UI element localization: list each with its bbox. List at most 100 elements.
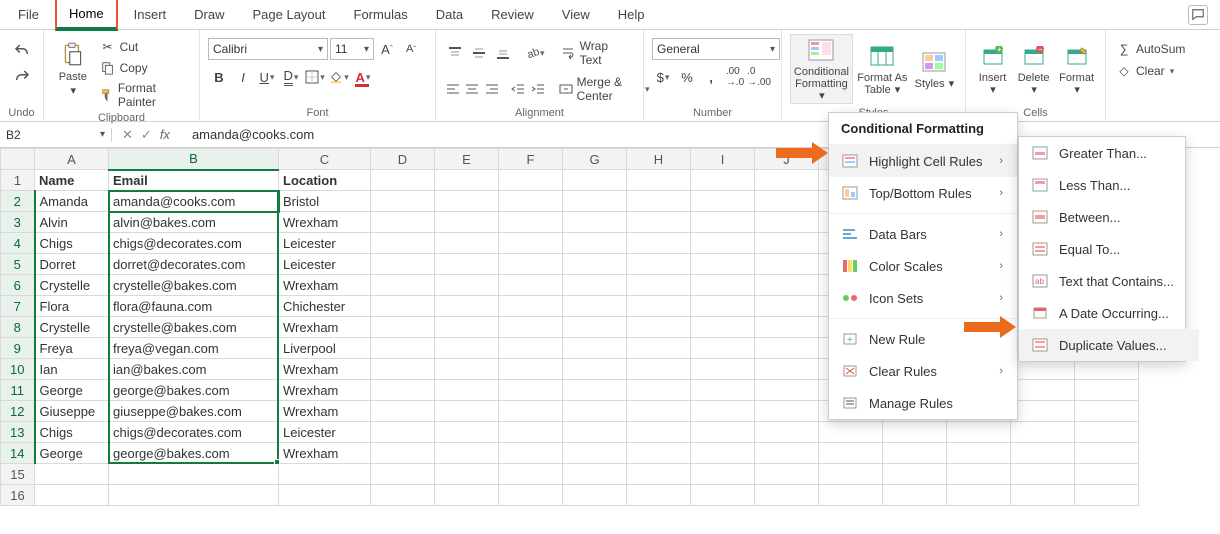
cell-C9[interactable]: Liverpool	[279, 338, 371, 359]
cell-B11[interactable]: george@bakes.com	[109, 380, 279, 401]
cell-F2[interactable]	[499, 191, 563, 212]
row-header-13[interactable]: 13	[1, 422, 35, 443]
cell-E10[interactable]	[435, 359, 499, 380]
cell-C12[interactable]: Wrexham	[279, 401, 371, 422]
decrease-font-button[interactable]: Aˇ	[400, 38, 422, 60]
cell-I7[interactable]	[691, 296, 755, 317]
align-top-button[interactable]	[444, 42, 466, 64]
comments-icon[interactable]	[1188, 5, 1208, 25]
fill-color-button[interactable]: ▾	[328, 66, 350, 88]
cell-I10[interactable]	[691, 359, 755, 380]
cell-J4[interactable]	[755, 233, 819, 254]
cell-A12[interactable]: Giuseppe	[35, 401, 109, 422]
cell-A3[interactable]: Alvin	[35, 212, 109, 233]
cell-D15[interactable]	[371, 464, 435, 485]
cell-O15[interactable]	[1075, 464, 1139, 485]
menu-item-manage-rules[interactable]: Manage Rules	[829, 387, 1017, 419]
row-header-1[interactable]: 1	[1, 170, 35, 191]
accounting-format-button[interactable]: $▾	[652, 66, 674, 88]
cell-J13[interactable]	[755, 422, 819, 443]
cell-L16[interactable]	[883, 485, 947, 506]
cell-G14[interactable]	[563, 443, 627, 464]
cell-G10[interactable]	[563, 359, 627, 380]
menu-item-duplicate-values[interactable]: Duplicate Values...	[1019, 329, 1199, 361]
cell-H10[interactable]	[627, 359, 691, 380]
cell-F6[interactable]	[499, 275, 563, 296]
cell-H9[interactable]	[627, 338, 691, 359]
cell-B3[interactable]: alvin@bakes.com	[109, 212, 279, 233]
cell-M16[interactable]	[947, 485, 1011, 506]
cell-H3[interactable]	[627, 212, 691, 233]
cell-E4[interactable]	[435, 233, 499, 254]
cell-D13[interactable]	[371, 422, 435, 443]
menu-item-text-contains[interactable]: abText that Contains...	[1019, 265, 1199, 297]
cell-D9[interactable]	[371, 338, 435, 359]
cell-O12[interactable]	[1075, 401, 1139, 422]
cell-I1[interactable]	[691, 170, 755, 191]
cell-C13[interactable]: Leicester	[279, 422, 371, 443]
cell-A13[interactable]: Chigs	[35, 422, 109, 443]
cell-E14[interactable]	[435, 443, 499, 464]
cell-F4[interactable]	[499, 233, 563, 254]
menu-item-highlight-cell-rules[interactable]: Highlight Cell Rules›	[829, 145, 1017, 177]
cell-I13[interactable]	[691, 422, 755, 443]
cell-K13[interactable]	[819, 422, 883, 443]
cell-G8[interactable]	[563, 317, 627, 338]
cell-C7[interactable]: Chichester	[279, 296, 371, 317]
align-center-button[interactable]	[464, 78, 482, 100]
cell-I5[interactable]	[691, 254, 755, 275]
cell-H13[interactable]	[627, 422, 691, 443]
cell-H11[interactable]	[627, 380, 691, 401]
cell-L15[interactable]	[883, 464, 947, 485]
cell-A6[interactable]: Crystelle	[35, 275, 109, 296]
cell-N13[interactable]	[1011, 422, 1075, 443]
cell-H15[interactable]	[627, 464, 691, 485]
cell-A10[interactable]: Ian	[35, 359, 109, 380]
row-header-6[interactable]: 6	[1, 275, 35, 296]
cell-O13[interactable]	[1075, 422, 1139, 443]
cell-N14[interactable]	[1011, 443, 1075, 464]
cell-J16[interactable]	[755, 485, 819, 506]
tab-insert[interactable]: Insert	[122, 1, 179, 28]
tab-formulas[interactable]: Formulas	[342, 1, 420, 28]
cell-M15[interactable]	[947, 464, 1011, 485]
cell-F8[interactable]	[499, 317, 563, 338]
merge-center-button[interactable]: Merge & Center▾	[557, 74, 652, 104]
cell-J15[interactable]	[755, 464, 819, 485]
cell-G12[interactable]	[563, 401, 627, 422]
cell-J14[interactable]	[755, 443, 819, 464]
paste-button[interactable]: Paste▾	[52, 34, 94, 104]
cell-B2[interactable]: amanda@cooks.com	[109, 191, 279, 212]
format-cells-button[interactable]: Format▾	[1056, 34, 1097, 104]
cell-I15[interactable]	[691, 464, 755, 485]
cell-H1[interactable]	[627, 170, 691, 191]
cell-D7[interactable]	[371, 296, 435, 317]
cell-A4[interactable]: Chigs	[35, 233, 109, 254]
cell-O14[interactable]	[1075, 443, 1139, 464]
cell-B9[interactable]: freya@vegan.com	[109, 338, 279, 359]
tab-draw[interactable]: Draw	[182, 1, 236, 28]
cell-E11[interactable]	[435, 380, 499, 401]
cell-D1[interactable]	[371, 170, 435, 191]
cell-I12[interactable]	[691, 401, 755, 422]
percent-format-button[interactable]: %	[676, 66, 698, 88]
cell-E12[interactable]	[435, 401, 499, 422]
cell-F1[interactable]	[499, 170, 563, 191]
cell-B13[interactable]: chigs@decorates.com	[109, 422, 279, 443]
cut-button[interactable]: ✂Cut	[98, 38, 191, 56]
redo-button[interactable]	[11, 66, 33, 88]
borders-button[interactable]: ▾	[304, 66, 326, 88]
cell-H8[interactable]	[627, 317, 691, 338]
cell-B16[interactable]	[109, 485, 279, 506]
row-header-11[interactable]: 11	[1, 380, 35, 401]
cell-G6[interactable]	[563, 275, 627, 296]
cell-G3[interactable]	[563, 212, 627, 233]
column-header-C[interactable]: C	[279, 149, 371, 170]
cell-A15[interactable]	[35, 464, 109, 485]
cell-F7[interactable]	[499, 296, 563, 317]
row-header-4[interactable]: 4	[1, 233, 35, 254]
format-painter-button[interactable]: Format Painter	[98, 80, 191, 110]
cell-C6[interactable]: Wrexham	[279, 275, 371, 296]
cancel-formula-icon[interactable]: ✕	[122, 127, 133, 143]
cell-J11[interactable]	[755, 380, 819, 401]
